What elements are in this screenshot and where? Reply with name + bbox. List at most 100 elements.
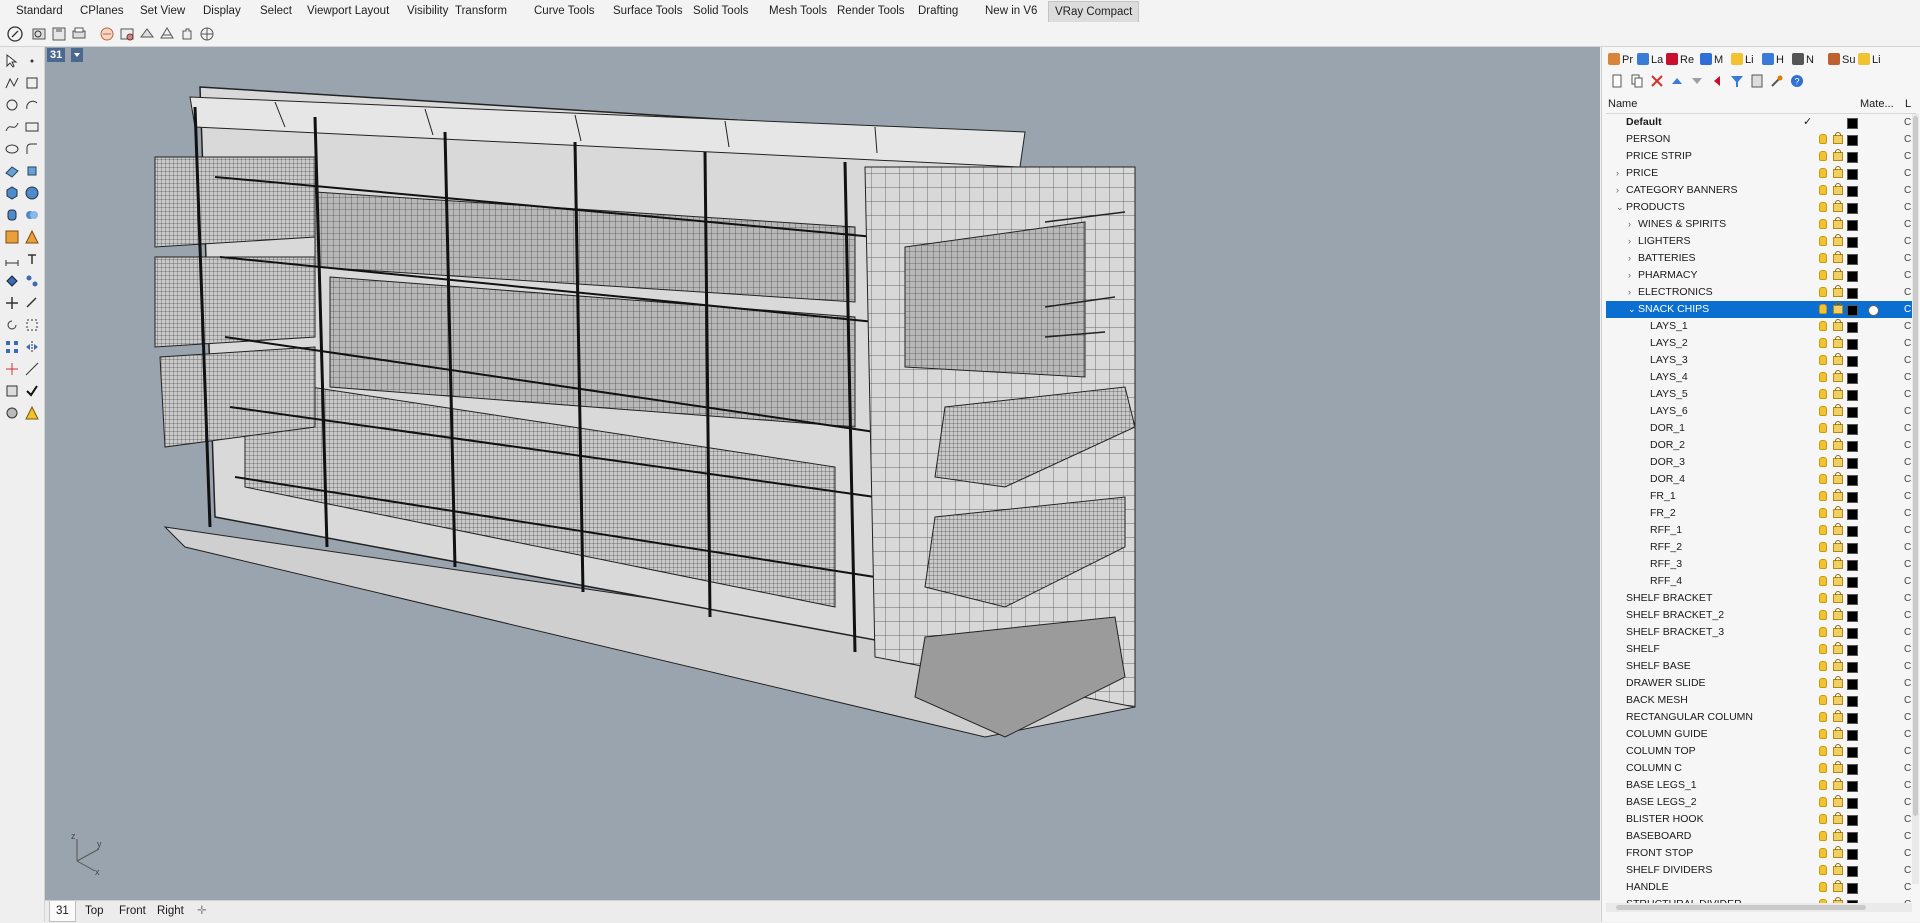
visibility-bulb-icon[interactable] [1819,508,1827,518]
layer-color-swatch[interactable] [1847,747,1858,758]
lock-icon[interactable] [1833,574,1843,586]
layer-row[interactable]: FR_1 C [1606,488,1912,505]
visibility-bulb-icon[interactable] [1819,202,1827,212]
linetype-cell[interactable]: C [1904,301,1911,318]
new-layer-icon[interactable] [1610,74,1624,88]
cylinder-icon[interactable] [4,207,20,223]
linetype-cell[interactable]: C [1904,879,1911,896]
lock-icon[interactable] [1833,472,1843,484]
layer-color-swatch[interactable] [1847,390,1858,401]
visibility-bulb-icon[interactable] [1819,763,1827,773]
ribbon-tab-select[interactable]: Select [254,0,298,22]
visibility-bulb-icon[interactable] [1819,253,1827,263]
visibility-bulb-icon[interactable] [1819,236,1827,246]
layer-row[interactable]: RFF_4 C [1606,573,1912,590]
move-up-icon[interactable] [1670,74,1684,88]
filter-icon[interactable] [1730,74,1744,88]
layer-row[interactable]: BACK MESH C [1606,692,1912,709]
layer-row[interactable]: SHELF C [1606,641,1912,658]
linetype-cell[interactable]: C [1904,811,1911,828]
layer-color-swatch[interactable] [1847,713,1858,724]
panel-tab-7[interactable]: Su [1828,51,1855,69]
linetype-cell[interactable]: C [1904,862,1911,879]
lock-icon[interactable] [1833,608,1843,620]
layer-row[interactable]: › ELECTRONICS C [1606,284,1912,301]
layer-row[interactable]: PERSON C [1606,131,1912,148]
layer-row[interactable]: ⌄ PRODUCTS C [1606,199,1912,216]
panel-tab-2[interactable]: Re [1666,51,1694,69]
layer-color-swatch[interactable] [1847,577,1858,588]
layer-color-swatch[interactable] [1847,305,1858,316]
render-icon[interactable] [24,229,40,245]
layer-row[interactable]: RFF_2 C [1606,539,1912,556]
visibility-bulb-icon[interactable] [1819,593,1827,603]
expand-chevron-icon[interactable]: › [1628,233,1636,250]
lock-icon[interactable] [1833,829,1843,841]
layer-color-swatch[interactable] [1847,169,1858,180]
linetype-cell[interactable]: C [1904,726,1911,743]
visibility-bulb-icon[interactable] [1819,457,1827,467]
ribbon-tab-set-view[interactable]: Set View [134,0,191,22]
lock-icon[interactable] [1833,693,1843,705]
analyze-icon[interactable] [4,405,20,421]
new-sublayer-icon[interactable] [1630,74,1644,88]
lock-icon[interactable] [1833,336,1843,348]
lock-icon[interactable] [1833,557,1843,569]
rotate-icon[interactable] [4,317,20,333]
visibility-bulb-icon[interactable] [1819,865,1827,875]
layer-row[interactable]: DOR_3 C [1606,454,1912,471]
sphere-icon[interactable] [24,185,40,201]
visibility-bulb-icon[interactable] [1819,831,1827,841]
layer-color-swatch[interactable] [1847,220,1858,231]
lock-icon[interactable] [1833,506,1843,518]
layer-row[interactable]: LAYS_1 C [1606,318,1912,335]
layer-row[interactable]: BLISTER HOOK C [1606,811,1912,828]
layer-row[interactable]: LAYS_6 C [1606,403,1912,420]
layer-row[interactable]: DOR_4 C [1606,471,1912,488]
paste-icon[interactable] [158,25,176,43]
visibility-bulb-icon[interactable] [1819,644,1827,654]
layer-color-swatch[interactable] [1847,832,1858,843]
layer-color-swatch[interactable] [1847,458,1858,469]
expand-chevron-icon[interactable]: › [1616,182,1624,199]
mesh-icon[interactable] [4,229,20,245]
linetype-cell[interactable]: C [1904,488,1911,505]
layer-color-swatch[interactable] [1847,237,1858,248]
layer-row[interactable]: COLUMN GUIDE C [1606,726,1912,743]
open-file-icon[interactable] [30,25,48,43]
lock-icon[interactable] [1833,523,1843,535]
ellipse-icon[interactable] [4,141,20,157]
layer-color-swatch[interactable] [1847,339,1858,350]
panel-tab-0[interactable]: Pr [1608,51,1633,69]
layer-row[interactable]: LAYS_3 C [1606,352,1912,369]
layer-color-swatch[interactable] [1847,730,1858,741]
visibility-bulb-icon[interactable] [1819,355,1827,365]
viewport-tab-top[interactable]: Top [79,901,110,921]
layer-color-swatch[interactable] [1847,509,1858,520]
layer-color-swatch[interactable] [1847,203,1858,214]
lock-icon[interactable] [1833,251,1843,263]
visibility-bulb-icon[interactable] [1819,440,1827,450]
linetype-cell[interactable]: C [1904,233,1911,250]
visibility-bulb-icon[interactable] [1819,814,1827,824]
layer-color-swatch[interactable] [1847,645,1858,656]
viewport-tab-31[interactable]: 31 [49,901,76,922]
visibility-bulb-icon[interactable] [1819,576,1827,586]
visibility-bulb-icon[interactable] [1819,304,1827,314]
visibility-bulb-icon[interactable] [1819,610,1827,620]
layer-color-swatch[interactable] [1847,696,1858,707]
scale-icon[interactable] [24,317,40,333]
layer-color-swatch[interactable] [1847,288,1858,299]
circle-icon[interactable] [4,97,20,113]
fillet-icon[interactable] [24,141,40,157]
layer-row[interactable]: Default ✓ C [1606,114,1912,131]
panel-tab-5[interactable]: H [1762,51,1784,69]
lock-icon[interactable] [1833,438,1843,450]
layer-row[interactable]: RECTANGULAR COLUMN C [1606,709,1912,726]
rectangle-select-icon[interactable] [24,75,40,91]
material-swatch-icon[interactable] [1868,305,1879,316]
viewport-tab-front[interactable]: Front [113,901,152,921]
lock-icon[interactable] [1833,217,1843,229]
linetype-cell[interactable]: C [1904,216,1911,233]
linetype-cell[interactable]: C [1904,182,1911,199]
